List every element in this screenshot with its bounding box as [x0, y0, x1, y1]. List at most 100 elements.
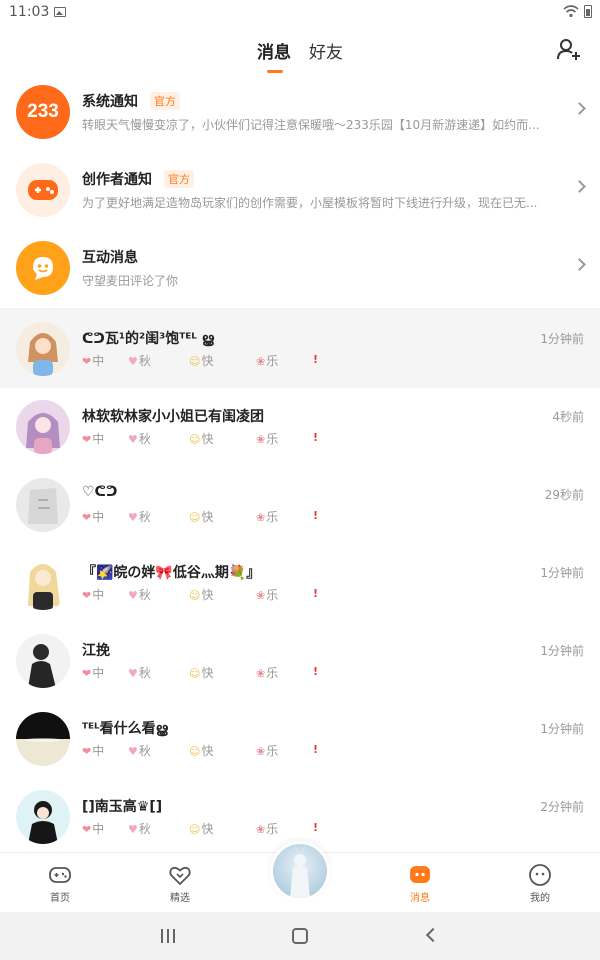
tag-glyph-icon: ♥ [128, 511, 138, 524]
tag-glyph-icon: ! [313, 353, 319, 366]
tab-messages[interactable]: 消息 [257, 38, 291, 63]
tag-glyph-icon: ❤ [82, 355, 92, 368]
notification-system[interactable]: 233 系统通知 官方 转眼天气慢慢变凉了，小伙伴们记得注意保暖哦～233乐园【… [0, 74, 600, 152]
nav-profile-label: 我的 [530, 893, 550, 904]
chat-name: []南玉高♛[] [82, 799, 163, 815]
avatar-dark-icon[interactable] [16, 634, 70, 688]
notification-title: 系统通知 [82, 94, 138, 110]
233-logo-icon: 233 [16, 85, 70, 139]
center-avatar-image [273, 844, 327, 898]
name-tag: ! [313, 664, 319, 678]
tag-glyph-icon: ☺ [189, 823, 201, 836]
bottom-nav: 首页 精选 消息 我的 [0, 841, 600, 913]
tag-label: 快 [201, 588, 214, 602]
tag-label: 乐 [266, 822, 279, 836]
chat-time: 2分钟前 [540, 800, 584, 814]
tag-glyph-icon: ♥ [128, 667, 138, 680]
nav-featured[interactable]: 精选 [140, 853, 220, 913]
chat-row[interactable]: 林软软林家小小姐已有闺凌团 4秒前 ❤中 ♥秋 ☺快 ❀乐! [0, 388, 600, 466]
avatar-blonde-girl-icon[interactable] [16, 556, 70, 610]
name-tag: ❤中 [82, 742, 104, 759]
notification-creator[interactable]: 创作者通知 官方 为了更好地满足造物岛玩家们的创作需要，小屋模板将暂时下线进行升… [0, 152, 600, 230]
name-tag: ❤中 [82, 664, 104, 681]
tag-glyph-icon: ♥ [128, 745, 138, 758]
nav-home[interactable]: 首页 [20, 853, 100, 913]
chat-time: 1分钟前 [540, 722, 584, 736]
nav-featured-label: 精选 [170, 893, 190, 904]
chat-row[interactable]: 『🌠皖の姅🎀低谷灬期💐』 1分钟前 ❤中 ♥秋 ☺快 ❀乐! [0, 544, 600, 622]
recents-icon[interactable] [161, 929, 177, 943]
name-tag: ❤中 [82, 586, 104, 603]
tag-glyph-icon: ❤ [82, 667, 92, 680]
avatar-purple-girl-icon[interactable] [16, 400, 70, 454]
chat-name: ᕦᕤ瓦¹的²闺³饱ᵀᴱᴸ ൠ [82, 331, 214, 347]
tag-glyph-icon: ! [313, 587, 319, 600]
tag-label: 中 [92, 822, 105, 836]
name-tag: ❤中 [82, 820, 104, 837]
name-tag: ❀乐 [256, 430, 278, 447]
tag-label: 秋 [138, 666, 151, 680]
chat-row[interactable]: ᕦᕤ瓦¹的²闺³饱ᵀᴱᴸ ൠ 1分钟前 ❤中 ♥秋 ☺快 ❀乐! [0, 310, 600, 388]
tag-label: 乐 [266, 510, 279, 524]
tag-glyph-icon: ❀ [256, 355, 266, 368]
notification-title: 创作者通知 [82, 172, 152, 188]
chat-time: 1分钟前 [540, 332, 584, 346]
name-tag: ♥秋 [128, 430, 151, 447]
chat-row[interactable]: ᵀᴱᴸ看什么看ൠ 1分钟前 ❤中 ♥秋 ☺快 ❀乐! [0, 700, 600, 778]
nav-messages[interactable]: 消息 [380, 853, 460, 913]
tag-glyph-icon: ♥ [128, 355, 138, 368]
name-tag: ❀乐 [256, 742, 278, 759]
notification-interaction[interactable]: 互动消息 守望麦田评论了你 [0, 230, 600, 308]
heart-outline-icon [169, 866, 191, 886]
chat-row[interactable]: ♡ᕦᕤ 29秒前 ❤中 ♥秋 ☺快 ❀乐! [0, 466, 600, 544]
name-tag: ❀乐 [256, 820, 278, 837]
name-tag: ☺快 [189, 586, 213, 603]
avatar-gray-icon[interactable] [16, 478, 70, 532]
name-tag: ❀乐 [256, 508, 278, 525]
avatar-anime-girl-icon[interactable] [16, 322, 70, 376]
tag-label: 中 [92, 432, 105, 446]
wifi-icon [563, 5, 579, 18]
chat-row[interactable]: 江挽 1分钟前 ❤中 ♥秋 ☺快 ❀乐! [0, 622, 600, 700]
tag-label: 中 [92, 666, 105, 680]
tag-label: 秋 [138, 822, 151, 836]
name-tag: ♥秋 [128, 352, 151, 369]
tag-label: 乐 [266, 588, 279, 602]
tag-label: 快 [201, 510, 214, 524]
name-tag: ❀乐 [256, 586, 278, 603]
tag-label: 中 [92, 744, 105, 758]
tag-label: 秋 [138, 432, 151, 446]
tab-friends[interactable]: 好友 [309, 38, 343, 63]
battery-icon [584, 5, 592, 18]
tag-glyph-icon: ☺ [189, 745, 201, 758]
tag-glyph-icon: ❤ [82, 745, 92, 758]
name-tag: ❤中 [82, 352, 104, 369]
chat-name: 『🌠皖の姅🎀低谷灬期💐』 [82, 565, 261, 581]
tag-label: 快 [201, 822, 214, 836]
tag-label: 中 [92, 510, 105, 524]
image-notification-icon [54, 7, 66, 17]
name-tag: ! [313, 430, 319, 444]
tag-glyph-icon: ☺ [189, 355, 201, 368]
name-tag: ! [313, 820, 319, 834]
name-tag: ☺快 [189, 508, 213, 525]
nav-center-avatar[interactable] [270, 841, 330, 901]
tag-glyph-icon: ❀ [256, 823, 266, 836]
avatar-moon-icon[interactable] [16, 712, 70, 766]
add-friend-icon[interactable] [556, 37, 582, 63]
tag-label: 快 [201, 744, 214, 758]
nav-messages-label: 消息 [410, 893, 430, 904]
name-tag: ♥秋 [128, 508, 151, 525]
avatar-boy-icon[interactable] [16, 790, 70, 844]
name-tag: ! [313, 508, 319, 522]
chat-name: ᵀᴱᴸ看什么看ൠ [82, 721, 168, 737]
name-tag: ☺快 [189, 820, 213, 837]
home-button-icon[interactable] [292, 928, 308, 944]
official-badge: 官方 [164, 170, 194, 188]
top-tabs: 消息 好友 [0, 26, 600, 74]
nav-profile[interactable]: 我的 [500, 853, 580, 913]
chat-name: 林软软林家小小姐已有闺凌团 [82, 409, 264, 425]
tag-label: 乐 [266, 432, 279, 446]
back-icon[interactable] [425, 927, 441, 943]
tag-label: 乐 [266, 744, 279, 758]
